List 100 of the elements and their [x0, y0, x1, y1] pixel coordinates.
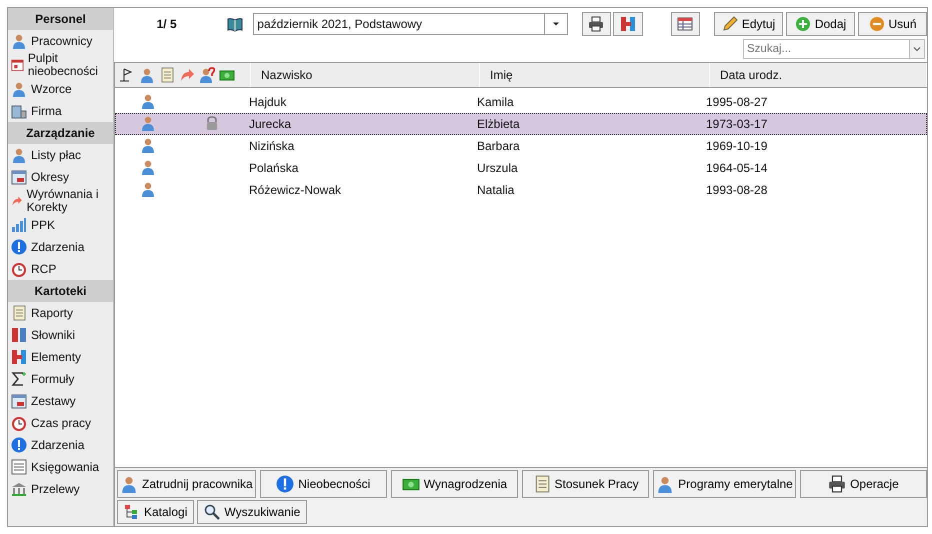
sidebar-item[interactable]: Czas pracy	[8, 412, 113, 434]
clock-icon	[11, 415, 27, 431]
person-icon	[140, 136, 156, 152]
person-icon	[140, 158, 156, 174]
table-row[interactable]: Jurecka Elżbieta 1973-03-17	[115, 113, 927, 135]
record-counter: 1/ 5	[156, 17, 178, 31]
document-icon	[159, 67, 175, 83]
sidebar-item[interactable]: Listy płac	[8, 144, 113, 166]
table-cell-text: Polańska	[248, 161, 300, 175]
table-cell-text: 1969-10-19	[705, 139, 768, 153]
building-icon	[11, 103, 27, 119]
sidebar-item[interactable]: Wyrównania i Korekty	[8, 188, 113, 214]
person-icon	[140, 92, 156, 108]
sidebar-item[interactable]: Raporty	[8, 302, 113, 324]
bar-chart-icon	[11, 217, 27, 233]
sidebar-item[interactable]: Zestawy	[8, 390, 113, 412]
sidebar-item[interactable]: Wzorce	[8, 78, 113, 100]
sidebar-item[interactable]: Elementy	[8, 346, 113, 368]
tree-icon	[124, 504, 140, 520]
person-icon	[11, 147, 27, 163]
sidebar-item[interactable]: Słowniki	[8, 324, 113, 346]
sidebar-item[interactable]: PPK	[8, 214, 113, 236]
action-button[interactable]: Katalogi	[117, 500, 194, 524]
table-cell-text: 1964-05-14	[705, 161, 768, 175]
table-cell-text: Różewicz-Nowak	[248, 183, 342, 197]
clock-icon	[11, 261, 27, 277]
action-button[interactable]: Stosunek Pracy	[522, 470, 650, 498]
sidebar-item[interactable]: RCP	[8, 258, 113, 280]
section-header: Kartoteki	[8, 280, 113, 302]
table-row[interactable]: Hajduk Kamila 1995-08-27	[115, 91, 927, 113]
toolbar-button[interactable]: Edytuj	[714, 12, 784, 36]
lock-icon	[204, 114, 220, 130]
person-icon	[11, 33, 27, 49]
sigma-icon	[11, 371, 27, 387]
sidebar-item[interactable]: Zdarzenia	[8, 434, 113, 456]
column-header[interactable]: Nazwisko	[251, 63, 480, 87]
sidebar-item[interactable]: Formuły	[8, 368, 113, 390]
pencil-icon	[722, 16, 738, 32]
window-icon	[11, 393, 27, 409]
table-row[interactable]: Różewicz-Nowak Natalia 1993-08-28	[115, 179, 927, 201]
table-row[interactable]: Nizińska Barbara 1969-10-19	[115, 135, 927, 157]
section-header: Personel	[8, 8, 113, 30]
arrow-icon	[179, 67, 195, 83]
action-button[interactable]: Nieobecności	[260, 470, 387, 498]
plus-icon	[794, 16, 811, 32]
calendar-icon	[11, 57, 24, 73]
sidebar-item[interactable]: Przelewy	[8, 478, 113, 500]
blocks-icon	[11, 327, 27, 343]
sidebar-item[interactable]: Zdarzenia	[8, 236, 113, 258]
person-icon	[140, 180, 156, 196]
person-icon	[140, 114, 156, 130]
list-icon	[11, 459, 27, 475]
printer-icon	[828, 475, 846, 493]
table-cell-text: 1993-08-28	[705, 183, 768, 197]
printer-icon	[588, 16, 604, 32]
window-icon	[11, 169, 27, 185]
table-cell-text: Urszula	[476, 161, 519, 175]
table-cell-text: Barbara	[476, 139, 521, 153]
dropdown-button[interactable]	[909, 39, 925, 59]
table-button[interactable]	[670, 12, 700, 36]
action-button[interactable]: Wynagrodzenia	[390, 470, 518, 498]
minus-icon	[868, 16, 884, 32]
sidebar-item[interactable]: Pulpit nieobecności	[8, 52, 113, 78]
table-cell-text: Nizińska	[248, 139, 296, 153]
search-field[interactable]: Szukaj...	[743, 39, 909, 59]
toolbar-button[interactable]: Usuń	[858, 12, 927, 36]
person-icon	[11, 81, 27, 97]
exclamation-icon	[11, 239, 27, 255]
bank-icon	[11, 481, 27, 497]
table-cell-text: 1973-03-17	[705, 117, 768, 131]
sidebar-item[interactable]: Firma	[8, 100, 113, 122]
sidebar-item[interactable]: Pracownicy	[8, 30, 113, 52]
person-icon	[139, 67, 155, 83]
person-icon	[120, 475, 138, 493]
action-button[interactable]: Zatrudnij pracownika	[117, 470, 256, 498]
exclamation-icon	[11, 437, 27, 453]
table-cell-text: Natalia	[476, 183, 516, 197]
table-cell-text: Elżbieta	[476, 117, 521, 131]
search-icon	[204, 504, 220, 520]
document-icon	[11, 305, 27, 321]
exclamation-icon	[276, 475, 294, 493]
action-button[interactable]: Programy emerytalne	[653, 470, 796, 498]
person-question-icon	[199, 67, 215, 83]
column-header[interactable]: Data urodz.	[710, 63, 927, 87]
sidebar-item[interactable]: Okresy	[8, 166, 113, 188]
table-cell-text: 1995-08-27	[705, 95, 768, 109]
table-cell-text: Hajduk	[248, 95, 288, 109]
toolbar-button[interactable]: Dodaj	[786, 12, 856, 36]
action-button[interactable]: Operacje	[800, 470, 927, 498]
section-header: Zarządzanie	[8, 122, 113, 144]
connector-button[interactable]	[613, 12, 643, 36]
period-dropdown[interactable]: październik 2021, Podstawowy	[253, 13, 568, 35]
print-button[interactable]	[582, 12, 612, 36]
column-header[interactable]: Imię	[480, 63, 710, 87]
table-cell-text: Jurecka	[248, 117, 292, 131]
person-icon	[656, 475, 674, 493]
table-row[interactable]: Polańska Urszula 1964-05-14	[115, 157, 927, 179]
table-icon	[677, 16, 694, 32]
sidebar-item[interactable]: Księgowania	[8, 456, 113, 478]
action-button[interactable]: Wyszukiwanie	[197, 500, 308, 524]
